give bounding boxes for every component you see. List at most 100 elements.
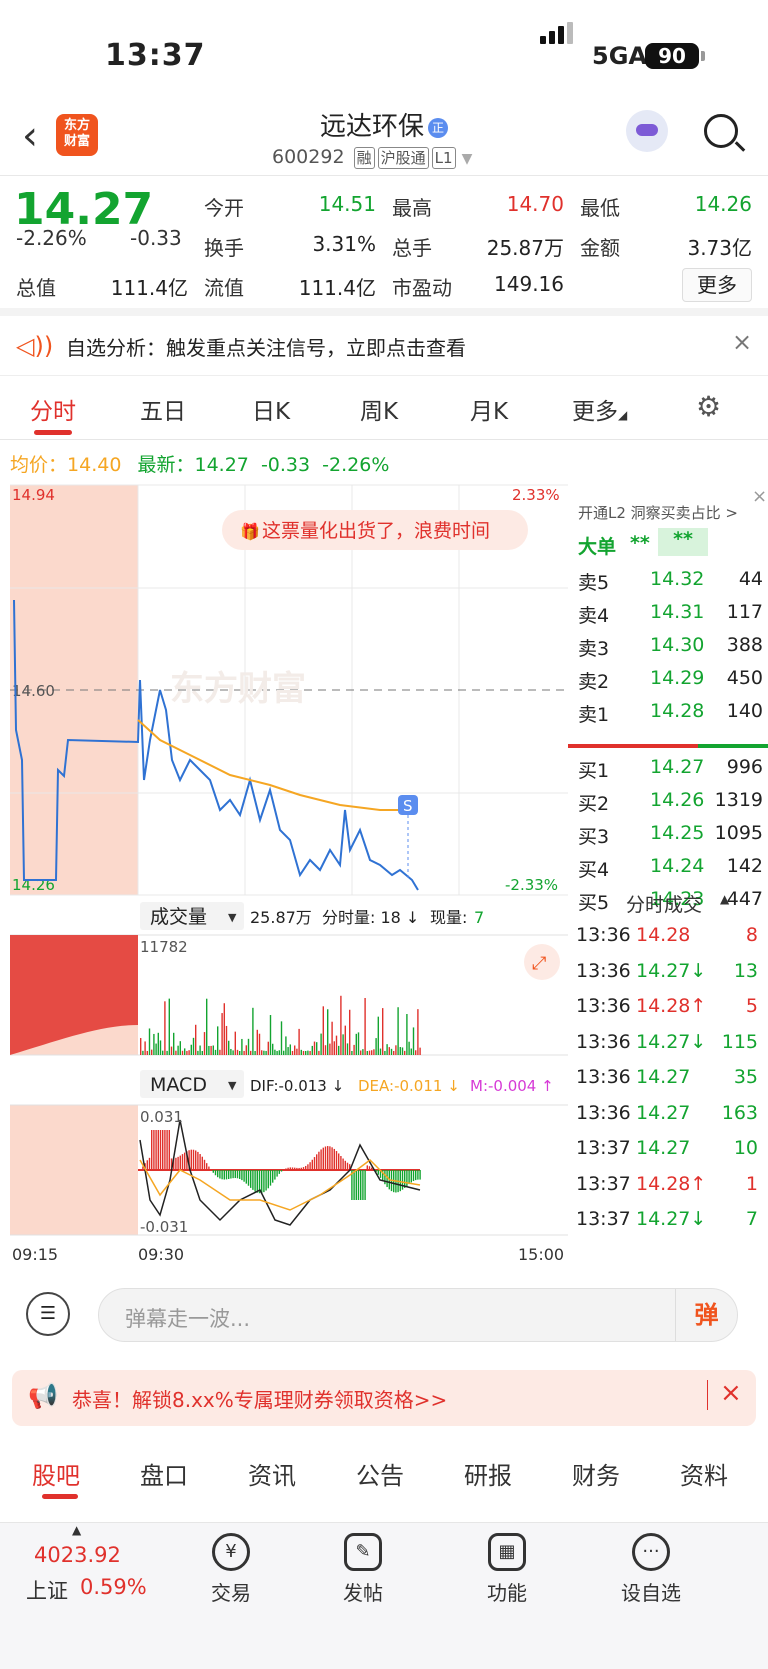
macd-bar <box>159 1130 162 1170</box>
tab-zixun[interactable]: 资讯 <box>248 1456 296 1491</box>
tick-row: 13:36 14.28↑ 5 <box>576 995 758 1017</box>
volume-selector: 成交量 <box>150 906 207 928</box>
tab-ziliao[interactable]: 资料 <box>680 1456 728 1491</box>
nav-add-watch[interactable]: ··· 设自选 <box>606 1533 696 1606</box>
volume-bar <box>203 1032 206 1055</box>
tab-yuek[interactable]: 月K <box>470 392 508 426</box>
volume-bar <box>300 1049 302 1055</box>
info-bar[interactable]: ◁)) 自选分析：触发重点关注信号，立即点击查看 × <box>0 316 768 376</box>
tick-row: 13:37 14.28↑ 1 <box>576 1172 758 1195</box>
macd-bar <box>208 1166 210 1170</box>
tab-more[interactable]: 更多◢ <box>572 392 627 426</box>
more-button[interactable]: 更多 <box>682 268 752 302</box>
quote-value: 149.16 <box>494 272 564 296</box>
ask-row[interactable]: 卖4 14.31 117 <box>578 601 763 631</box>
l2-promo[interactable]: 开通L2 洞察买卖占比 > <box>578 502 738 523</box>
nav-function[interactable]: ▦ 功能 <box>462 1533 552 1606</box>
close-panel-icon[interactable]: × <box>752 486 767 507</box>
volume-bar <box>406 1014 408 1055</box>
volume-bar <box>232 1050 234 1055</box>
tab-fenshi[interactable]: 分时 <box>30 392 76 426</box>
danmaku-toggle-icon[interactable]: ☰ <box>26 1292 70 1336</box>
volume-bar <box>265 1050 267 1055</box>
change-pct: -2.26% <box>16 226 87 250</box>
macd-bar <box>399 1170 401 1192</box>
settings-gear-icon[interactable]: ⚙ <box>696 390 721 423</box>
ask-row[interactable]: 卖3 14.30 388 <box>578 634 763 664</box>
quote-value: 111.4亿 <box>298 276 376 300</box>
bottom-nav: ▲ 4023.92 上证 0.59% ¥ 交易 ✎ 发帖 ▦ 功能 ··· 设自选 <box>0 1522 768 1669</box>
promo-banner[interactable]: 📢 恭喜！解锁8.xx%专属理财券领取资格>> × <box>12 1370 756 1426</box>
macd-bar <box>287 1167 289 1170</box>
ask-row[interactable]: 卖5 14.32 44 <box>578 568 763 598</box>
volume-bar <box>316 1042 318 1055</box>
network-label: 5GA <box>592 42 647 70</box>
watermark: 东方财富 <box>170 669 306 709</box>
macd-bar <box>261 1170 263 1194</box>
quote-label: 总手 <box>392 236 432 260</box>
volume-bar <box>280 1021 283 1055</box>
ticks-title: 分时成交 <box>626 894 703 916</box>
volume-bar <box>234 1031 236 1055</box>
macd-bar <box>181 1154 184 1170</box>
bid-row[interactable]: 买4 14.24 142 <box>578 855 763 885</box>
tab-yanbao[interactable]: 研报 <box>464 1456 512 1491</box>
volume-bar <box>168 998 170 1055</box>
macd-bot-label: -0.031 <box>140 1218 188 1236</box>
robot-avatar-icon[interactable] <box>626 110 668 152</box>
tab-wuri[interactable]: 五日 <box>140 392 186 426</box>
search-icon[interactable] <box>704 114 738 148</box>
macd-selector: MACD <box>150 1074 207 1096</box>
ask-row[interactable]: 卖2 14.29 450 <box>578 667 763 697</box>
tab-rik[interactable]: 日K <box>252 392 290 426</box>
quote-label: 最低 <box>580 196 620 220</box>
bid-row[interactable]: 买2 14.26 1319 <box>578 789 763 819</box>
volume-bar <box>311 1045 313 1055</box>
macd-bar <box>368 1166 371 1170</box>
volume-bar <box>408 1041 410 1055</box>
macd-bar <box>296 1167 298 1170</box>
bid-row[interactable]: 买3 14.25 1095 <box>578 822 763 852</box>
volume-bar <box>221 1013 223 1055</box>
nav-trade[interactable]: ¥ 交易 <box>186 1533 276 1606</box>
tick-row: 13:36 14.27↓ 115 <box>576 1030 758 1053</box>
macd-bar <box>316 1154 318 1170</box>
macd-bar <box>333 1148 335 1170</box>
index-value[interactable]: 4023.92 <box>34 1543 121 1567</box>
tab-pankou[interactable]: 盘口 <box>140 1456 188 1491</box>
volume-bar <box>153 1033 155 1055</box>
volume-bar <box>412 1027 415 1055</box>
volume-bar <box>212 1045 214 1055</box>
promo-close-icon[interactable]: × <box>720 1378 742 1408</box>
tab-zhouk[interactable]: 周K <box>360 392 398 426</box>
intraday-chart[interactable]: 东方财富 14.94 14.60 14.26 2.33% -2.33% S 🎁 … <box>0 480 568 1270</box>
nav-post[interactable]: ✎ 发帖 <box>318 1533 408 1606</box>
close-icon[interactable]: × <box>732 328 752 356</box>
volume-bar <box>272 1043 274 1055</box>
volume-bar <box>214 1049 217 1055</box>
volume-bar <box>274 1049 276 1055</box>
volume-bar <box>307 1050 309 1055</box>
danmaku-input[interactable]: 弹幕走一波... 弹 <box>98 1288 738 1342</box>
tab-caiwu[interactable]: 财务 <box>572 1456 620 1491</box>
tab-guba[interactable]: 股吧 <box>32 1456 80 1491</box>
macd-bar <box>377 1170 379 1175</box>
status-bar: 13:37 5GA 90 <box>0 0 768 100</box>
time-0915: 09:15 <box>12 1245 58 1264</box>
danmaku-send-button[interactable]: 弹 <box>675 1289 737 1341</box>
volume-bar <box>263 1050 265 1055</box>
tag-rong: 融 <box>353 147 375 169</box>
volume-bar <box>289 1044 291 1055</box>
bid-row[interactable]: 买1 14.27 996 <box>578 756 763 786</box>
stock-code[interactable]: 600292 融沪股通 L1 ▼ <box>272 146 472 169</box>
macd-bar <box>344 1160 346 1170</box>
macd-bar <box>263 1170 265 1193</box>
y-top-label: 14.94 <box>12 486 55 504</box>
volume-bar <box>353 1044 355 1055</box>
index-pct: 0.59% <box>80 1575 147 1599</box>
ask-row[interactable]: 卖1 14.28 140 <box>578 700 763 730</box>
tab-gonggao[interactable]: 公告 <box>356 1456 404 1491</box>
fs-vol: 分时量: 18 ↓ <box>322 908 419 927</box>
macd-bar <box>214 1170 217 1176</box>
volume-bar <box>305 1050 307 1055</box>
